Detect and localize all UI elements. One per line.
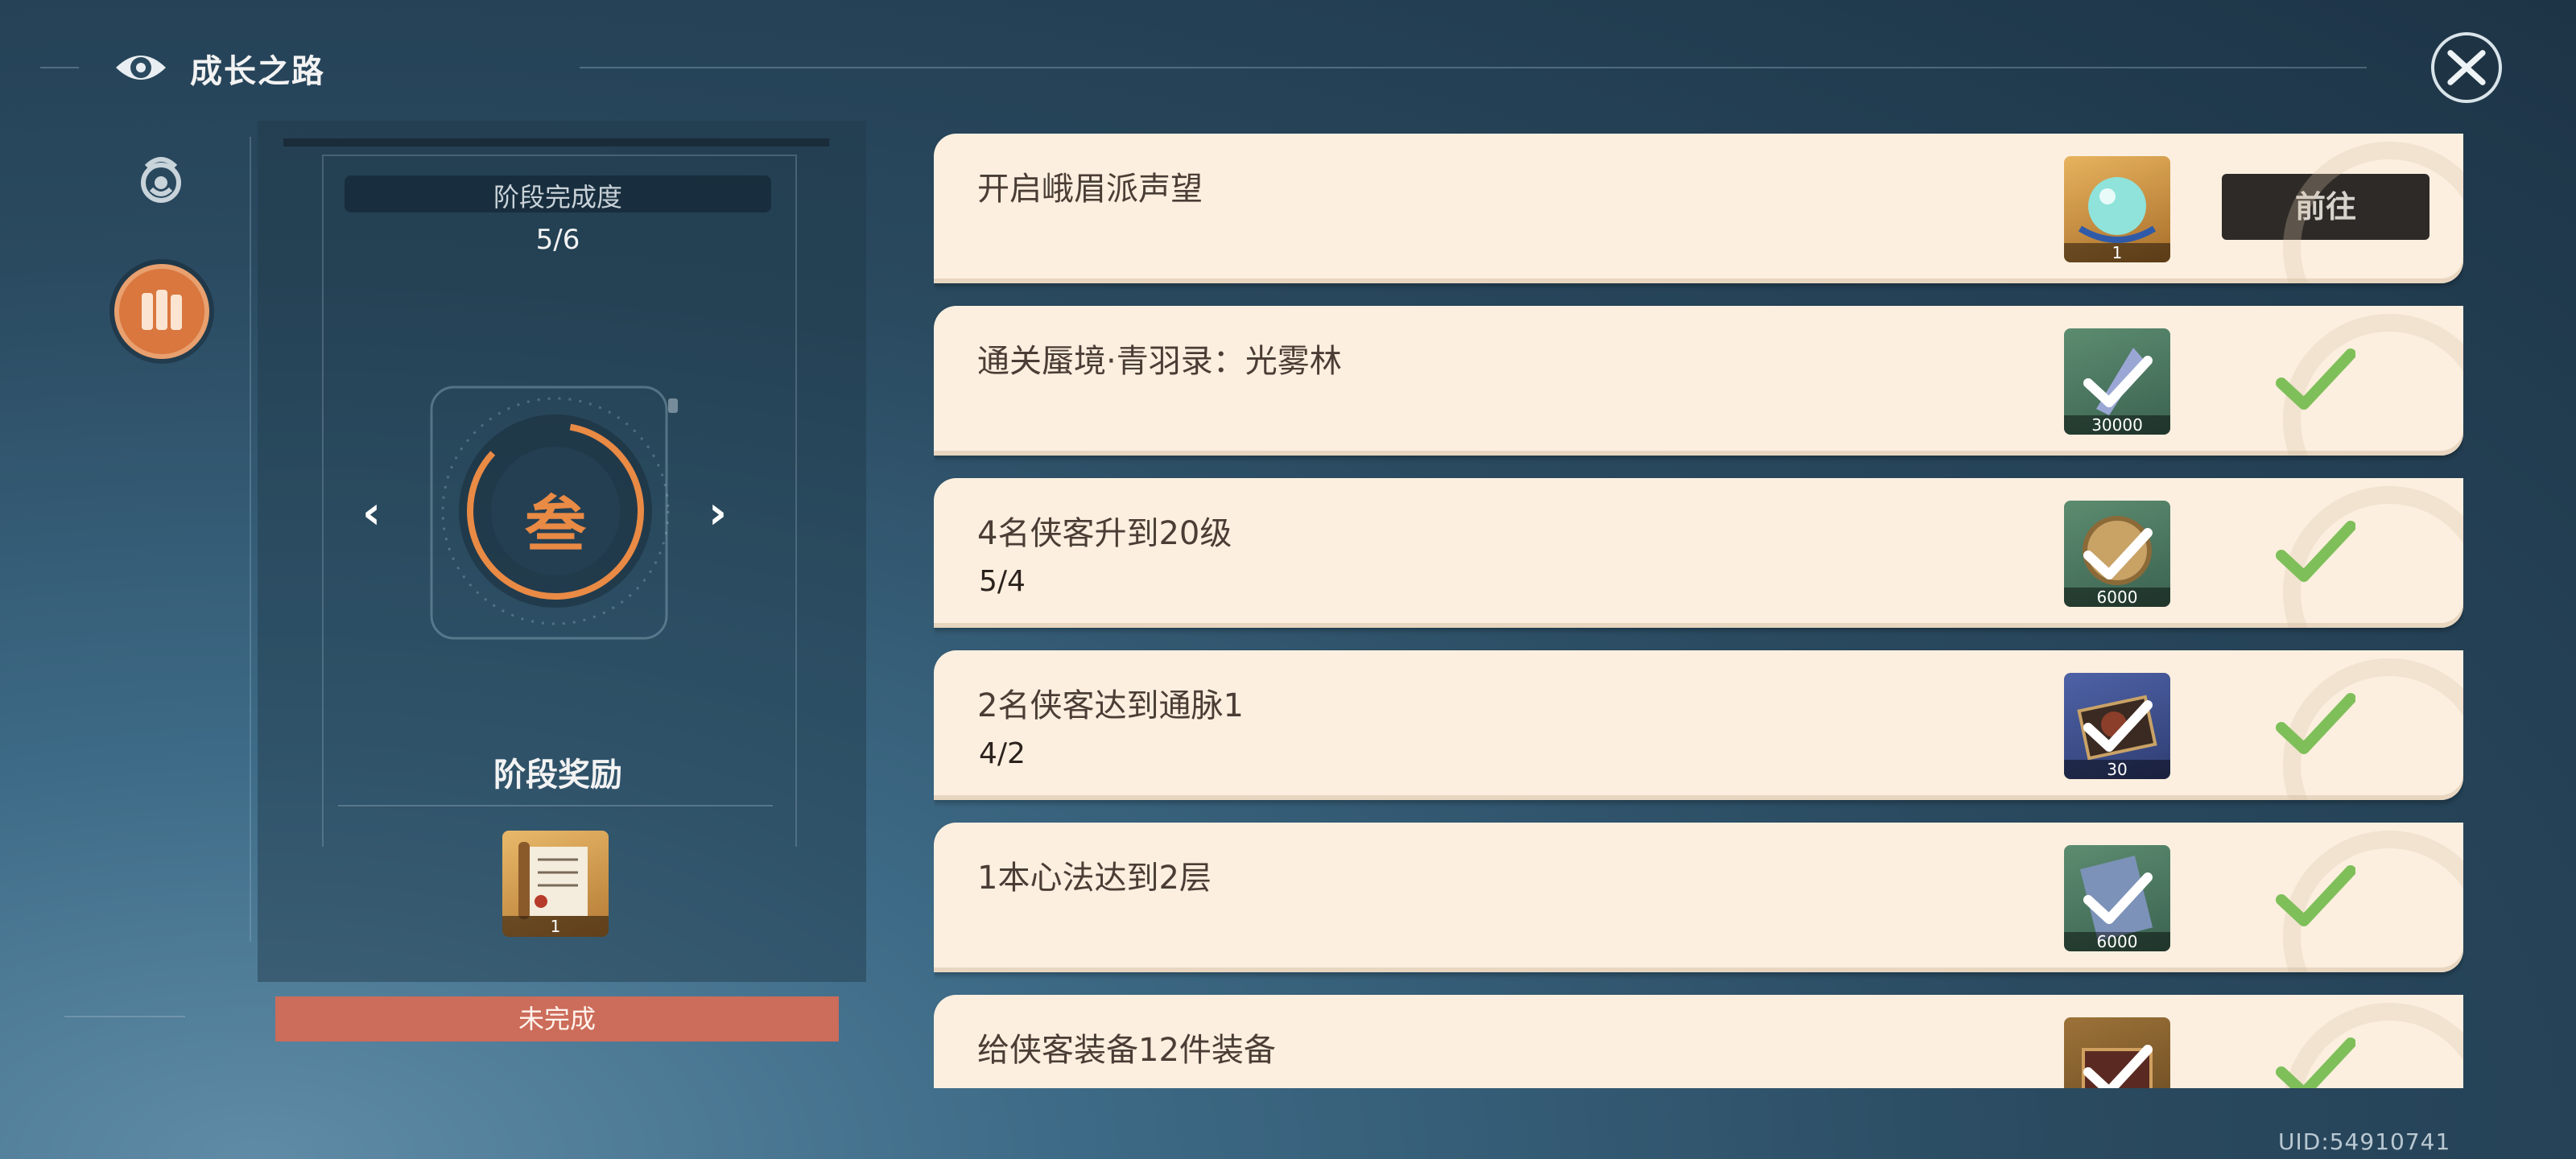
task-reward-item[interactable]: 1 <box>2064 156 2170 262</box>
nav-tab-growth-path[interactable] <box>114 264 209 359</box>
task-reward-count: 1 <box>2064 243 2170 262</box>
scroll-books-icon <box>142 290 182 330</box>
bottom-divider <box>64 1016 185 1017</box>
task-progress: 4/2 <box>979 737 1026 770</box>
task-row: 4名侠客升到20级 5/4 6000 <box>934 478 2463 628</box>
task-title: 开启峨眉派声望 <box>977 171 1203 208</box>
task-reward-count: 30000 <box>2064 415 2170 435</box>
chest-item-icon <box>2082 1045 2153 1088</box>
stage-number: 叁 <box>525 489 586 560</box>
close-button[interactable] <box>2431 32 2502 103</box>
completed-check-icon <box>2276 521 2355 582</box>
nav-divider <box>250 137 251 942</box>
prev-stage-button[interactable]: ‹ <box>362 487 381 539</box>
task-list[interactable]: 开启峨眉派声望 1 前往 通关蜃境·青羽录：光雾林 30000 4名侠客升到20… <box>934 134 2463 1088</box>
completed-check-icon <box>2276 349 2355 410</box>
task-reward-count: 6000 <box>2064 932 2170 951</box>
task-row: 2名侠客达到通脉1 4/2 30 <box>934 650 2463 800</box>
uid-label: UID:54910741 <box>2278 1128 2451 1155</box>
completed-check-icon <box>2276 865 2355 926</box>
page-title: 成长之路 <box>190 53 325 90</box>
nav-tab-emblem[interactable] <box>129 149 193 213</box>
task-title: 通关蜃境·青羽录：光雾林 <box>977 343 1342 380</box>
stage-reward-item[interactable]: 1 <box>502 831 609 937</box>
eye-icon <box>113 47 169 89</box>
task-reward-item[interactable]: 6000 <box>2064 845 2170 951</box>
stage-reward-title: 阶段奖励 <box>493 757 622 794</box>
stage-completion-value: 5/6 <box>535 224 580 256</box>
task-title: 给侠客装备12件装备 <box>977 1032 1276 1069</box>
header-divider-right <box>580 67 2367 68</box>
completed-check-icon <box>2276 693 2355 754</box>
completed-check-icon <box>2276 1037 2355 1088</box>
task-row: 开启峨眉派声望 1 前往 <box>934 134 2463 283</box>
task-title: 1本心法达到2层 <box>977 860 1212 897</box>
emblem-icon <box>141 157 181 203</box>
stage-panel-topbar <box>283 138 829 146</box>
task-title: 2名侠客达到通脉1 <box>977 687 1244 724</box>
close-icon <box>2447 50 2486 85</box>
task-reward-item[interactable]: 30 <box>2064 673 2170 779</box>
stage-completion-label: 阶段完成度 <box>493 182 622 212</box>
goto-button[interactable]: 前往 <box>2222 174 2429 240</box>
task-reward-item[interactable] <box>2064 1017 2170 1088</box>
task-reward-item[interactable]: 6000 <box>2064 501 2170 607</box>
next-stage-button[interactable]: › <box>708 487 727 539</box>
task-progress: 5/4 <box>979 565 1026 598</box>
task-reward-count: 30 <box>2064 760 2170 779</box>
task-row: 给侠客装备12件装备 <box>934 995 2463 1088</box>
task-row: 1本心法达到2层 6000 <box>934 823 2463 972</box>
reward-count: 1 <box>502 916 609 937</box>
stage-status-badge: 未完成 <box>275 996 839 1041</box>
task-reward-item[interactable]: 30000 <box>2064 328 2170 435</box>
task-row: 通关蜃境·青羽录：光雾林 30000 <box>934 306 2463 456</box>
reward-divider <box>338 805 773 806</box>
lock-icon <box>668 398 678 413</box>
task-title: 4名侠客升到20级 <box>977 515 1232 552</box>
task-reward-count: 6000 <box>2064 588 2170 607</box>
header-divider-left <box>40 67 79 68</box>
